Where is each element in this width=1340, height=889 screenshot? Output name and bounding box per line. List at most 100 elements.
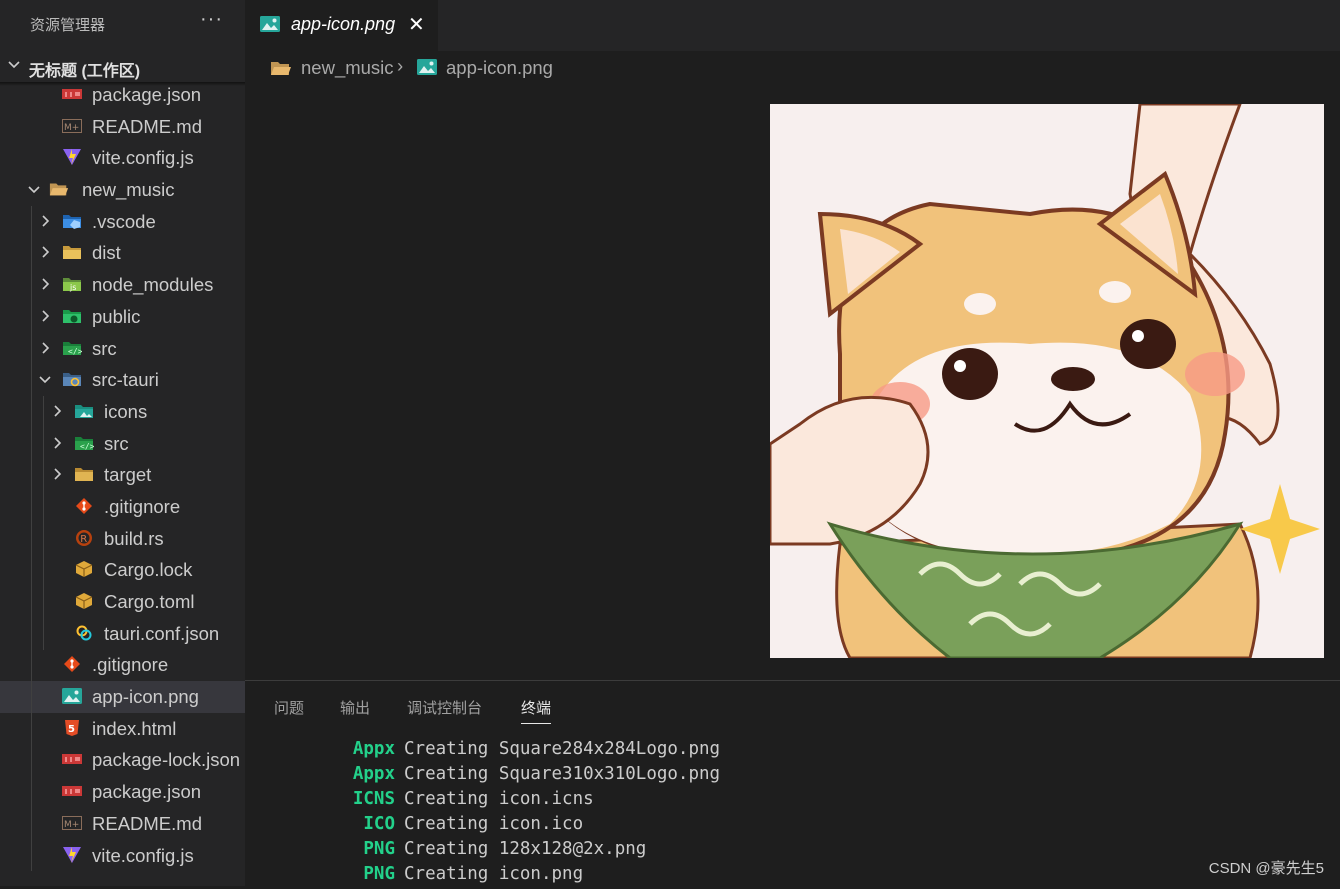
file-tree-item[interactable]: package.json: [0, 776, 245, 808]
file-tree-item[interactable]: target: [0, 459, 245, 491]
file-tree-item[interactable]: 5 index.html: [0, 713, 245, 745]
more-actions-button[interactable]: ···: [200, 8, 223, 31]
npm-icon: [62, 85, 82, 103]
workspace-header[interactable]: 无标题 (工作区): [0, 52, 245, 82]
file-tree-item[interactable]: dist: [0, 237, 245, 269]
tauri-icon: [74, 624, 94, 642]
panel-tab[interactable]: 调试控制台: [407, 697, 482, 718]
file-tree-item[interactable]: vite.config.js: [0, 142, 245, 174]
target-folder-icon: [74, 465, 94, 483]
markdown-icon: M+: [62, 117, 82, 135]
public-folder-icon: [62, 307, 82, 325]
panel-tab[interactable]: 终端: [521, 697, 552, 724]
chevron-right-icon[interactable]: [38, 275, 52, 293]
chevron-right-icon[interactable]: [38, 307, 52, 325]
terminal-keyword: Appx: [352, 764, 395, 784]
svg-text:</>: </>: [80, 442, 94, 451]
terminal-keyword: ICNS: [352, 789, 395, 809]
file-name: node_modules: [92, 274, 214, 296]
file-tree-item[interactable]: new_music: [0, 174, 245, 206]
breadcrumb-file[interactable]: app-icon.png: [446, 57, 553, 79]
vscode-folder-icon: [62, 212, 82, 230]
panel-tab[interactable]: 问题: [274, 697, 304, 718]
chevron-down-icon[interactable]: [38, 370, 52, 388]
terminal-message: Creating 128x128@2x.png: [404, 839, 647, 859]
file-name: src: [104, 432, 129, 454]
vite-icon: [62, 846, 82, 864]
file-name: index.html: [92, 717, 177, 739]
file-name: src-tauri: [92, 369, 159, 391]
file-tree-item[interactable]: M+ README.md: [0, 111, 245, 143]
terminal-message: Creating Square284x284Logo.png: [404, 739, 721, 759]
terminal-keyword: PNG: [363, 864, 395, 884]
file-tree-item[interactable]: M+ README.md: [0, 808, 245, 840]
file-tree-item[interactable]: .vscode: [0, 206, 245, 238]
file-name: target: [104, 464, 152, 486]
tauri-folder-icon: [62, 370, 82, 388]
file-tree-item[interactable]: Cargo.toml: [0, 586, 245, 618]
svg-text:M+: M+: [64, 820, 79, 830]
markdown-icon: M+: [62, 814, 82, 832]
file-name: package.json: [92, 84, 202, 105]
terminal-message: Creating icon.icns: [404, 789, 594, 809]
file-tree-item[interactable]: Cargo.lock: [0, 554, 245, 586]
indent-guide: [31, 205, 32, 872]
file-tree-item[interactable]: icons: [0, 396, 245, 428]
file-tree-item[interactable]: Rbuild.rs: [0, 523, 245, 555]
file-tree-item[interactable]: package-lock.json: [0, 744, 245, 776]
chevron-right-icon[interactable]: [38, 339, 52, 357]
git-icon: [62, 655, 82, 673]
terminal-message: Creating Square310x310Logo.png: [404, 764, 721, 784]
vite-icon: [62, 148, 82, 166]
chevron-right-icon[interactable]: [50, 465, 64, 483]
image-icon: [260, 16, 280, 32]
svg-text:R: R: [80, 534, 87, 545]
chevron-right-icon[interactable]: [50, 434, 64, 452]
watermark: CSDN @豪先生5: [1208, 860, 1324, 877]
file-name: public: [92, 305, 141, 327]
chevron-right-icon[interactable]: [38, 212, 52, 230]
file-tree-item[interactable]: .gitignore: [0, 649, 245, 681]
html-icon: 5: [62, 719, 82, 737]
close-tab-button[interactable]: ✕: [408, 12, 425, 37]
file-tree-item[interactable]: vite.config.js: [0, 840, 245, 872]
file-tree-item[interactable]: tauri.conf.json: [0, 618, 245, 650]
image-icon: [417, 59, 437, 75]
cargo-icon: [74, 560, 94, 578]
file-name: Cargo.lock: [104, 559, 193, 581]
file-name: dist: [92, 242, 121, 264]
file-tree-item[interactable]: js node_modules: [0, 269, 245, 301]
terminal-message: Creating icon.ico: [404, 814, 584, 834]
explorer-title: 资源管理器: [30, 17, 106, 34]
folder-open-icon: [271, 62, 291, 75]
file-tree-item[interactable]: public: [0, 301, 245, 333]
editor-tab-bar: app-icon.png ✕: [245, 0, 1340, 51]
file-name: .gitignore: [92, 654, 169, 676]
bottom-panel: 问题 输出 调试控制台 终端 Appx Creating Square284x284Lo…: [245, 680, 1340, 887]
chevron-down-icon: [8, 61, 20, 69]
file-name: Cargo.toml: [104, 591, 195, 612]
file-tree-item[interactable]: </> src: [0, 333, 245, 365]
npm-icon: [62, 782, 82, 800]
file-tree: package.json M+ README.md vite.config.js new…: [0, 79, 245, 871]
terminal-message: Creating icon.png: [404, 864, 584, 884]
file-name: vite.config.js: [92, 844, 194, 866]
file-name: package-lock.json: [92, 749, 241, 771]
file-name: src: [92, 337, 117, 359]
panel-tab[interactable]: 输出: [340, 697, 370, 718]
images-folder-icon: [74, 402, 94, 420]
file-tree-item[interactable]: app-icon.png: [0, 681, 245, 713]
file-name: package.json: [92, 781, 202, 803]
svg-text:5: 5: [68, 724, 75, 735]
file-name: README.md: [92, 812, 202, 834]
file-tree-item[interactable]: .gitignore: [0, 491, 245, 523]
chevron-down-icon[interactable]: [27, 180, 41, 198]
chevron-right-icon[interactable]: [50, 402, 64, 420]
file-tree-item[interactable]: src-tauri: [0, 364, 245, 396]
tab-title: app-icon.png: [291, 14, 396, 34]
chevron-right-icon[interactable]: [38, 243, 52, 261]
breadcrumb-folder[interactable]: new_music: [301, 57, 394, 79]
image-preview: [770, 104, 1324, 658]
tab-app-icon[interactable]: app-icon.png ✕: [245, 0, 438, 51]
file-tree-item[interactable]: </> src: [0, 428, 245, 460]
